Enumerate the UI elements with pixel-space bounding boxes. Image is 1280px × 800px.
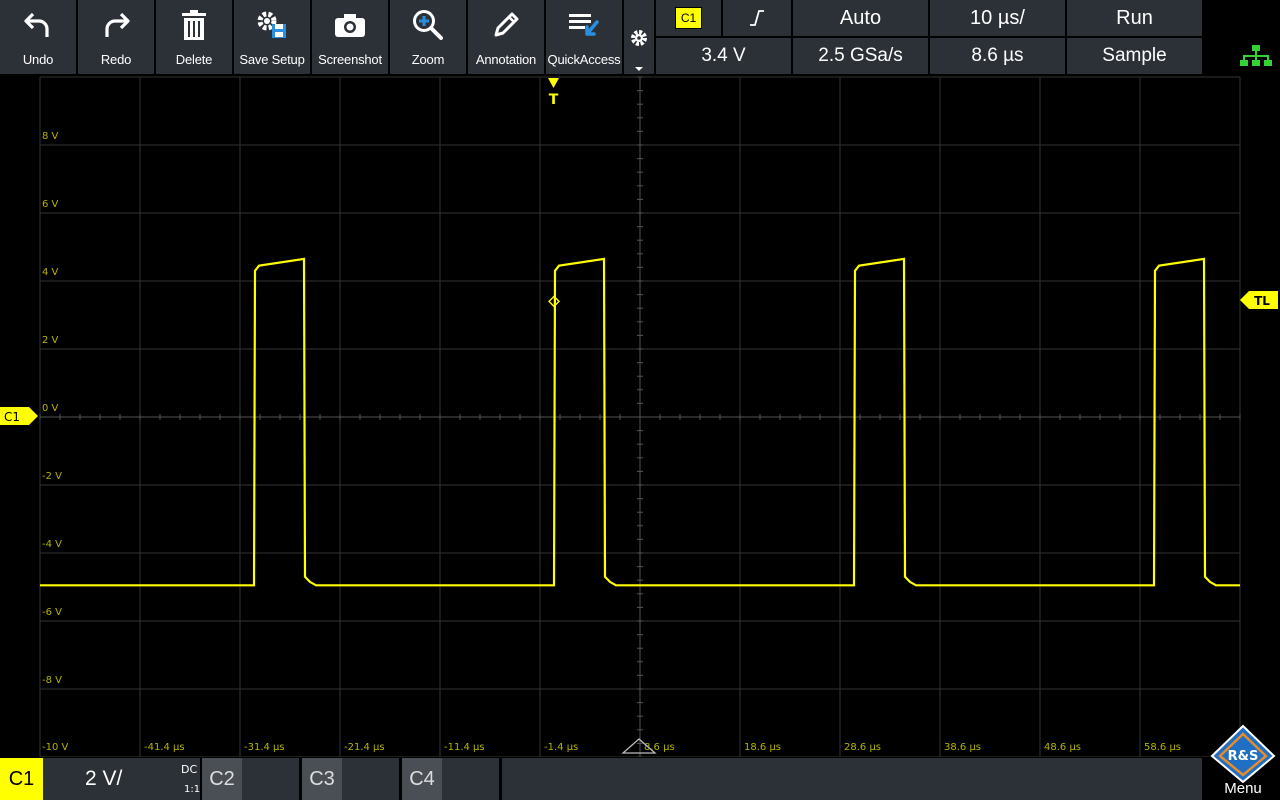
x-tick-label: 28.6 µs: [844, 742, 881, 753]
channel3-tab[interactable]: C3: [302, 758, 342, 800]
x-tick-label: -11.4 µs: [444, 742, 485, 753]
trigger-marker-label: T: [549, 92, 559, 108]
y-tick-label: 0 V: [42, 403, 59, 414]
x-tick-label: -31.4 µs: [244, 742, 285, 753]
x-axis-labels: -41.4 µs -31.4 µs -21.4 µs -11.4 µs -1.4 µs 8…: [144, 742, 1181, 753]
rs-logo-icon: R&S: [1210, 724, 1276, 784]
y-tick-label: 8 V: [42, 131, 59, 142]
y-tick-label: -6 V: [42, 607, 62, 618]
waveform-display[interactable]: 8 V 6 V 4 V 2 V 0 V -2 V -4 V -6 V -8 V -10 V -41…: [0, 0, 1280, 800]
channel1-offset-label: C1: [4, 410, 20, 424]
trigger-level-marker[interactable]: TL: [1240, 291, 1278, 309]
x-tick-label: 38.6 µs: [944, 742, 981, 753]
x-tick-label: -1.4 µs: [544, 742, 578, 753]
y-axis-labels: 8 V 6 V 4 V 2 V 0 V -2 V -4 V -6 V -8 V -10 V: [42, 131, 69, 753]
menu-label: Menu: [1224, 780, 1262, 797]
channel4-scale-box[interactable]: [442, 758, 499, 800]
menu-button[interactable]: R&S Menu: [1206, 723, 1280, 800]
channel3-tab-label: C3: [309, 767, 335, 790]
y-tick-label: 6 V: [42, 199, 59, 210]
channel1-tab-label: C1: [8, 767, 35, 790]
y-tick-label: -10 V: [42, 742, 69, 753]
trigger-level-marker-label: TL: [1254, 294, 1270, 308]
logo-text: R&S: [1228, 749, 1259, 764]
channel2-scale-box[interactable]: [242, 758, 299, 800]
y-tick-label: -4 V: [42, 539, 62, 550]
channel2-tab-label: C2: [209, 767, 235, 790]
x-tick-label: -21.4 µs: [344, 742, 385, 753]
x-tick-label: 58.6 µs: [1144, 742, 1181, 753]
y-tick-label: -2 V: [42, 471, 62, 482]
channel4-tab-label: C4: [409, 767, 435, 790]
y-tick-label: 2 V: [42, 335, 59, 346]
x-tick-label: 48.6 µs: [1044, 742, 1081, 753]
y-tick-label: 4 V: [42, 267, 59, 278]
channel1-tab[interactable]: C1: [0, 758, 43, 800]
channel1-scale-box[interactable]: 2 V/ DC 1:1: [43, 758, 200, 800]
bottom-empty-area: [502, 758, 1202, 800]
channel3-scale-box[interactable]: [342, 758, 399, 800]
channel1-probe-ratio: 1:1: [184, 784, 201, 795]
x-tick-label: -41.4 µs: [144, 742, 185, 753]
trigger-position-marker[interactable]: T: [548, 78, 559, 108]
channel4-tab[interactable]: C4: [402, 758, 442, 800]
y-tick-label: -8 V: [42, 675, 62, 686]
channel1-offset-marker[interactable]: C1: [0, 407, 38, 425]
channel2-tab[interactable]: C2: [202, 758, 242, 800]
channel-bar: C1 2 V/ DC 1:1 C2 C3 C4 R&S Menu: [0, 724, 1280, 800]
channel1-scale: 2 V/: [85, 767, 123, 790]
channel1-coupling: DC: [181, 763, 198, 776]
x-tick-label: 18.6 µs: [744, 742, 781, 753]
graticule-grid: [39, 76, 1241, 758]
